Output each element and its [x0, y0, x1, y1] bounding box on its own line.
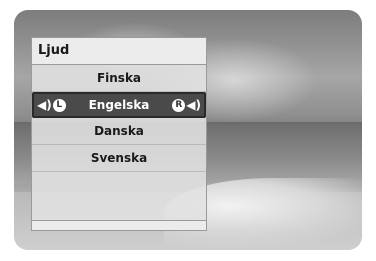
menu-item-engelska[interactable]: ◀) L Engelska R ◀) [32, 92, 206, 118]
audio-language-menu: Ljud Finska ◀) L Engelska R ◀) Danska Sv… [31, 37, 207, 231]
right-audio-control[interactable]: R ◀) [172, 96, 201, 114]
menu-item-label: Svenska [90, 151, 148, 165]
menu-item-danska[interactable]: Danska [32, 118, 206, 145]
menu-item-finska[interactable]: Finska [32, 65, 206, 92]
menu-item-svenska[interactable]: Svenska [32, 145, 206, 172]
left-audio-control[interactable]: ◀) L [37, 96, 66, 114]
speaker-left-icon: ◀) [37, 98, 52, 112]
channel-right-badge-icon: R [172, 98, 186, 112]
menu-title: Ljud [32, 38, 206, 65]
menu-item-label: Danska [94, 124, 144, 138]
menu-item-label: Finska [96, 71, 142, 85]
speaker-right-icon: ◀) [186, 98, 201, 112]
menu-item-label: Engelska [88, 98, 150, 112]
menu-footer-bar [32, 220, 206, 230]
channel-left-badge-icon: L [52, 98, 66, 112]
